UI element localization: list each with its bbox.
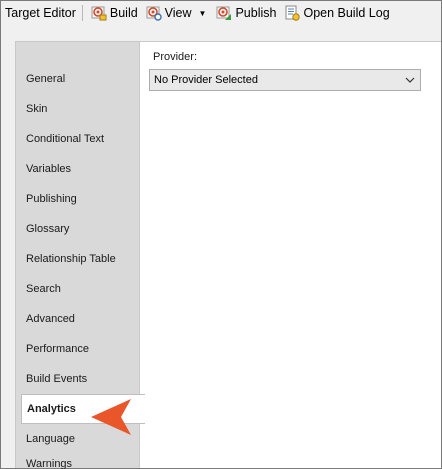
build-button[interactable]: Build [87,3,142,23]
view-icon [146,5,162,21]
sidebar-item-general[interactable]: General [16,64,140,94]
sidebar-item-label: Conditional Text [26,133,105,145]
callout-arrow-icon [89,397,141,437]
publish-icon [216,5,232,21]
sidebar-item-label: Analytics [27,403,76,415]
toolbar-divider [81,5,83,21]
sidebar-item-build-events[interactable]: Build Events [16,364,140,394]
view-dropdown-arrow-icon[interactable]: ▼ [199,9,207,18]
sidebar-item-label: Glossary [26,223,70,235]
editor-body: General Skin Conditional Text Variables … [1,25,441,469]
provider-selected-value: No Provider Selected [154,74,258,86]
publish-button[interactable]: Publish [212,3,280,23]
view-label: View [164,6,192,20]
sidebar-item-label: Build Events [26,373,88,385]
toolbar: Target Editor Build View ▼ Publish Open … [1,1,441,25]
sidebar-item-label: Publishing [26,193,77,205]
provider-label: Provider: [153,51,198,63]
sidebar-item-label: Relationship Table [26,253,116,265]
sidebar-item-label: Search [26,283,61,295]
sidebar-item-label: Skin [26,103,48,115]
publish-label: Publish [235,6,277,20]
build-label: Build [109,6,138,20]
chevron-down-icon [405,75,415,85]
sidebar-item-advanced[interactable]: Advanced [16,304,140,334]
sidebar-item-variables[interactable]: Variables [16,154,140,184]
editor-title: Target Editor [5,6,76,20]
sidebar-item-label: Performance [26,343,89,355]
sidebar-item-search[interactable]: Search [16,274,140,304]
sidebar-item-label: General [26,73,66,85]
sidebar-item-label: Language [26,433,75,445]
sidebar-item-glossary[interactable]: Glossary [16,214,140,244]
view-button[interactable]: View ▼ [142,3,213,23]
sidebar-item-label: Variables [26,163,72,175]
open-build-log-label: Open Build Log [303,6,390,20]
sidebar-item-conditional-text[interactable]: Conditional Text [16,124,140,154]
build-icon [91,5,107,21]
open-build-log-button[interactable]: Open Build Log [280,3,393,23]
sidebar-item-publishing[interactable]: Publishing [16,184,140,214]
sidebar-item-label: Warnings [26,458,73,469]
sidebar-item-performance[interactable]: Performance [16,334,140,364]
sidebar-item-label: Advanced [26,313,75,325]
sidebar-item-warnings[interactable]: Warnings [16,454,140,469]
provider-dropdown[interactable]: No Provider Selected [149,69,421,91]
sidebar-item-relationship-table[interactable]: Relationship Table [16,244,140,274]
sidebar-item-skin[interactable]: Skin [16,94,140,124]
open-build-log-icon [284,5,301,21]
